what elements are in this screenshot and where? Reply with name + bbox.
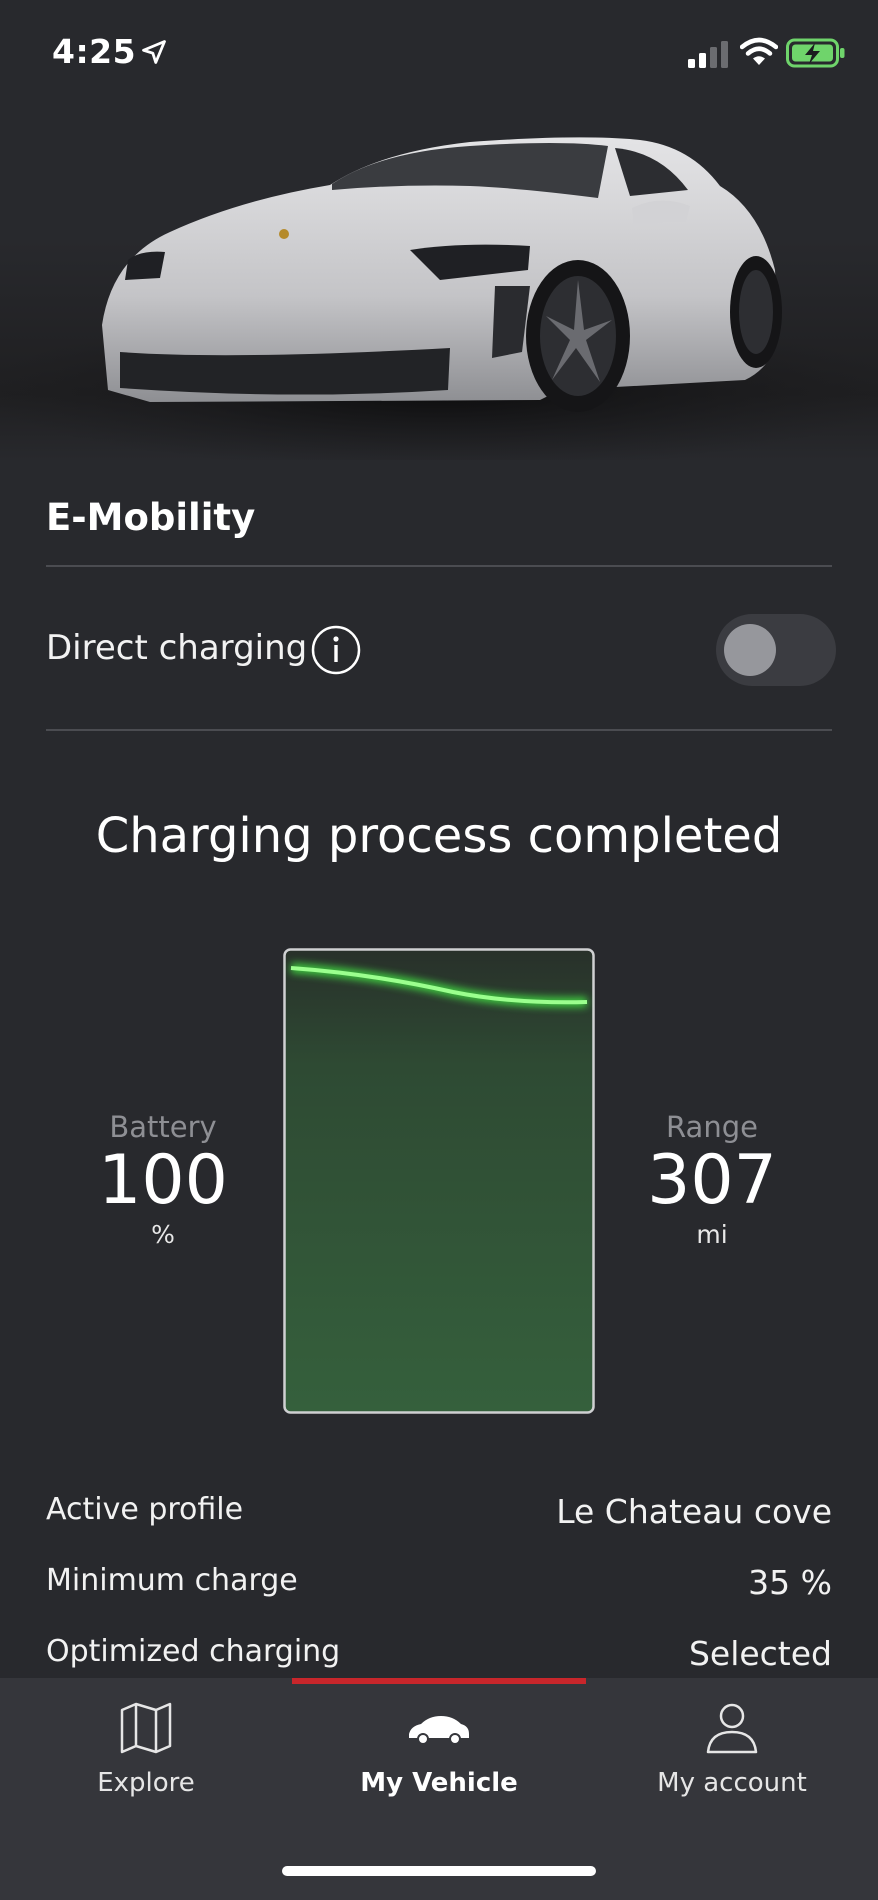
range-value: 307 xyxy=(647,1141,777,1220)
signal-icon xyxy=(688,41,728,68)
detail-row-minimum-charge[interactable]: Minimum charge 35 % xyxy=(46,1563,832,1609)
detail-row-active-profile[interactable]: Active profile Le Chateau cove xyxy=(46,1492,832,1538)
charging-status-title: Charging process completed xyxy=(95,808,783,864)
range-unit: mi xyxy=(696,1220,728,1249)
home-indicator xyxy=(282,1866,596,1876)
detail-label: Active profile xyxy=(46,1492,244,1527)
battery-stat: Battery 100 % xyxy=(53,1110,273,1249)
wifi-icon xyxy=(740,37,778,65)
status-time: 4:25 xyxy=(52,32,137,71)
battery-unit: % xyxy=(151,1220,175,1249)
tab-my-vehicle[interactable]: My Vehicle xyxy=(292,1700,586,1798)
direct-charging-label: Direct charging xyxy=(46,628,308,668)
battery-value: 100 xyxy=(98,1141,228,1220)
car-icon xyxy=(409,1716,469,1745)
range-label: Range xyxy=(666,1110,758,1144)
active-tab-indicator xyxy=(292,1678,586,1684)
detail-value: 35 % xyxy=(748,1563,832,1602)
vehicle-image xyxy=(0,137,878,460)
direct-charging-toggle[interactable] xyxy=(716,614,836,686)
detail-label: Minimum charge xyxy=(46,1563,298,1598)
location-arrow-icon xyxy=(142,40,166,64)
divider xyxy=(46,565,832,567)
range-stat: Range 307 mi xyxy=(602,1110,822,1249)
info-icon[interactable] xyxy=(310,624,362,676)
person-icon xyxy=(706,1703,758,1754)
battery-label: Battery xyxy=(109,1110,217,1144)
divider xyxy=(46,729,832,731)
section-title: E-Mobility xyxy=(46,496,256,539)
tab-label: Explore xyxy=(97,1768,195,1798)
toggle-knob xyxy=(724,624,776,676)
detail-value: Selected xyxy=(688,1634,832,1673)
detail-label: Optimized charging xyxy=(46,1634,341,1669)
tab-label: My account xyxy=(657,1768,807,1798)
map-icon xyxy=(120,1702,172,1754)
tab-my-account[interactable]: My account xyxy=(586,1700,878,1798)
battery-gauge xyxy=(283,948,595,1414)
detail-value: Le Chateau cove xyxy=(556,1492,832,1531)
tab-explore[interactable]: Explore xyxy=(0,1700,292,1798)
detail-row-optimized-charging[interactable]: Optimized charging Selected xyxy=(46,1634,832,1680)
tab-label: My Vehicle xyxy=(360,1768,518,1798)
battery-charging-icon xyxy=(786,38,845,68)
